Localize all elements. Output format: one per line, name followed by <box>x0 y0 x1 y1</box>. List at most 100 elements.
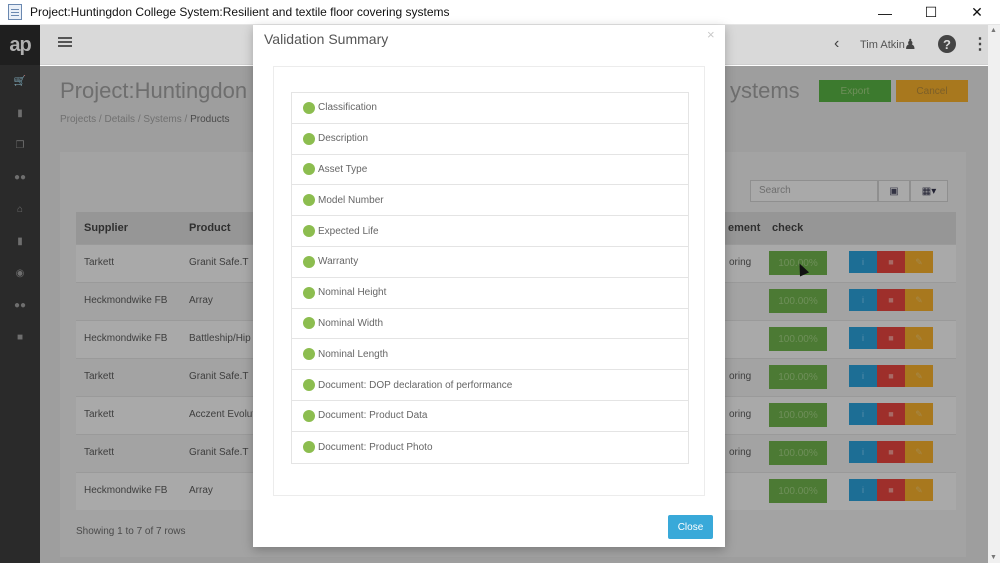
scroll-up-icon[interactable]: ▲ <box>990 27 997 34</box>
card-view-icon[interactable]: ▣ <box>878 180 910 202</box>
close-icon[interactable]: × <box>707 27 715 42</box>
search-input[interactable]: Search <box>750 180 878 202</box>
modal-title: Validation Summary <box>264 31 389 47</box>
chevron-left-icon[interactable]: ‹ <box>834 35 839 53</box>
status-ok-icon <box>303 163 315 176</box>
user-icon[interactable]: ♟ <box>904 36 917 53</box>
status-ok-icon <box>303 255 315 268</box>
status-ok-icon <box>303 225 315 238</box>
list-item: Nominal Width <box>292 309 688 340</box>
cart-icon[interactable]: 🛒 <box>0 65 40 97</box>
close-button[interactable]: Close <box>668 515 713 539</box>
info-icon[interactable]: i <box>849 403 877 425</box>
file-icon[interactable]: ▮ <box>0 225 40 257</box>
list-item: Model Number <box>292 185 688 217</box>
list-item: Asset Type <box>292 155 688 186</box>
pencil-icon[interactable]: ✎ <box>905 441 933 463</box>
user-name[interactable]: Tim Atkin <box>860 39 905 51</box>
check-percentage-badge[interactable]: 100.00% <box>769 403 827 427</box>
list-item: Classification <box>292 93 688 124</box>
scroll-down-icon[interactable]: ▼ <box>990 554 997 561</box>
vertical-scrollbar[interactable]: ▲ ▼ <box>988 25 1000 563</box>
hamburger-menu-icon[interactable] <box>58 37 72 47</box>
page-title: Project:Huntingdon C <box>60 78 270 103</box>
info-icon[interactable]: i <box>849 479 877 501</box>
lock-icon[interactable]: ■ <box>0 321 40 353</box>
pencil-icon[interactable]: ✎ <box>905 251 933 273</box>
breadcrumb: Projects / Details / Systems / Products <box>60 114 230 125</box>
export-button[interactable]: Export <box>819 80 891 102</box>
check-percentage-badge[interactable]: 100.00% <box>769 441 827 465</box>
kebab-menu-icon[interactable]: ⋮ <box>972 34 988 54</box>
globe-icon[interactable]: ◉ <box>0 257 40 289</box>
breadcrumb-systems[interactable]: Systems <box>143 114 181 125</box>
status-ok-icon <box>303 194 315 207</box>
minimize-button[interactable]: — <box>862 0 908 25</box>
trash-icon[interactable]: ■ <box>877 479 905 501</box>
trash-icon[interactable]: ■ <box>877 365 905 387</box>
status-ok-icon <box>303 409 315 422</box>
cancel-button[interactable]: Cancel <box>896 80 968 102</box>
window-title: Project:Huntingdon College System:Resili… <box>30 5 450 19</box>
document-icon[interactable]: ▮ <box>0 97 40 129</box>
window-controls: — ☐ ✕ <box>862 0 1000 25</box>
status-ok-icon <box>303 348 315 361</box>
modal-body: Classification Description Asset Type Mo… <box>273 66 705 496</box>
info-icon[interactable]: i <box>849 251 877 273</box>
pencil-icon[interactable]: ✎ <box>905 365 933 387</box>
list-item: Expected Life <box>292 216 688 247</box>
home-icon[interactable]: ⌂ <box>0 193 40 225</box>
status-ok-icon <box>303 317 315 330</box>
group-icon[interactable]: ●● <box>0 289 40 321</box>
list-item: Document: DOP declaration of performance <box>292 370 688 401</box>
list-item: Nominal Height <box>292 278 688 309</box>
pencil-icon[interactable]: ✎ <box>905 403 933 425</box>
status-ok-icon <box>303 379 315 392</box>
app-logo[interactable]: ap <box>0 25 40 65</box>
status-ok-icon <box>303 101 315 114</box>
check-percentage-badge[interactable]: 100.00% <box>769 289 827 313</box>
trash-icon[interactable]: ■ <box>877 251 905 273</box>
pencil-icon[interactable]: ✎ <box>905 289 933 311</box>
close-window-button[interactable]: ✕ <box>954 0 1000 25</box>
validation-summary-modal: Validation Summary × Classification Desc… <box>253 25 725 547</box>
pencil-icon[interactable]: ✎ <box>905 479 933 501</box>
info-icon[interactable]: i <box>849 441 877 463</box>
users-icon[interactable]: ●● <box>0 161 40 193</box>
columns-toggle-icon[interactable]: ▦▾ <box>910 180 948 202</box>
status-ok-icon <box>303 286 315 299</box>
pencil-icon[interactable]: ✎ <box>905 327 933 349</box>
check-percentage-badge[interactable]: 100.00% <box>769 365 827 389</box>
table-footer-summary: Showing 1 to 7 of 7 rows <box>76 526 186 537</box>
list-item: Warranty <box>292 247 688 278</box>
trash-icon[interactable]: ■ <box>877 289 905 311</box>
status-ok-icon <box>303 132 315 145</box>
help-icon[interactable]: ? <box>938 35 956 53</box>
app-document-icon <box>8 4 22 20</box>
info-icon[interactable]: i <box>849 327 877 349</box>
breadcrumb-projects[interactable]: Projects <box>60 114 96 125</box>
list-item: Document: Product Photo <box>292 432 688 463</box>
column-header-element[interactable]: ement <box>728 222 760 234</box>
list-item: Nominal Length <box>292 339 688 371</box>
check-percentage-badge[interactable]: 100.00% <box>769 479 827 503</box>
maximize-button[interactable]: ☐ <box>908 0 954 25</box>
list-item: Description <box>292 124 688 155</box>
info-icon[interactable]: i <box>849 289 877 311</box>
column-header-product[interactable]: Product <box>189 222 231 234</box>
copy-icon[interactable]: ❐ <box>0 129 40 161</box>
trash-icon[interactable]: ■ <box>877 403 905 425</box>
info-icon[interactable]: i <box>849 365 877 387</box>
trash-icon[interactable]: ■ <box>877 441 905 463</box>
column-header-supplier[interactable]: Supplier <box>84 222 128 234</box>
window-titlebar: Project:Huntingdon College System:Resili… <box>0 0 1000 25</box>
column-header-check[interactable]: check <box>772 222 803 234</box>
validation-list: Classification Description Asset Type Mo… <box>291 92 689 464</box>
check-percentage-badge[interactable]: 100.00% <box>769 327 827 351</box>
status-ok-icon <box>303 441 315 454</box>
left-sidebar: ap 🛒 ▮ ❐ ●● ⌂ ▮ ◉ ●● ■ <box>0 25 40 563</box>
page-title-tail: ystems <box>730 78 800 103</box>
breadcrumb-details[interactable]: Details <box>104 114 135 125</box>
list-item: Document: Product Data <box>292 401 688 432</box>
trash-icon[interactable]: ■ <box>877 327 905 349</box>
